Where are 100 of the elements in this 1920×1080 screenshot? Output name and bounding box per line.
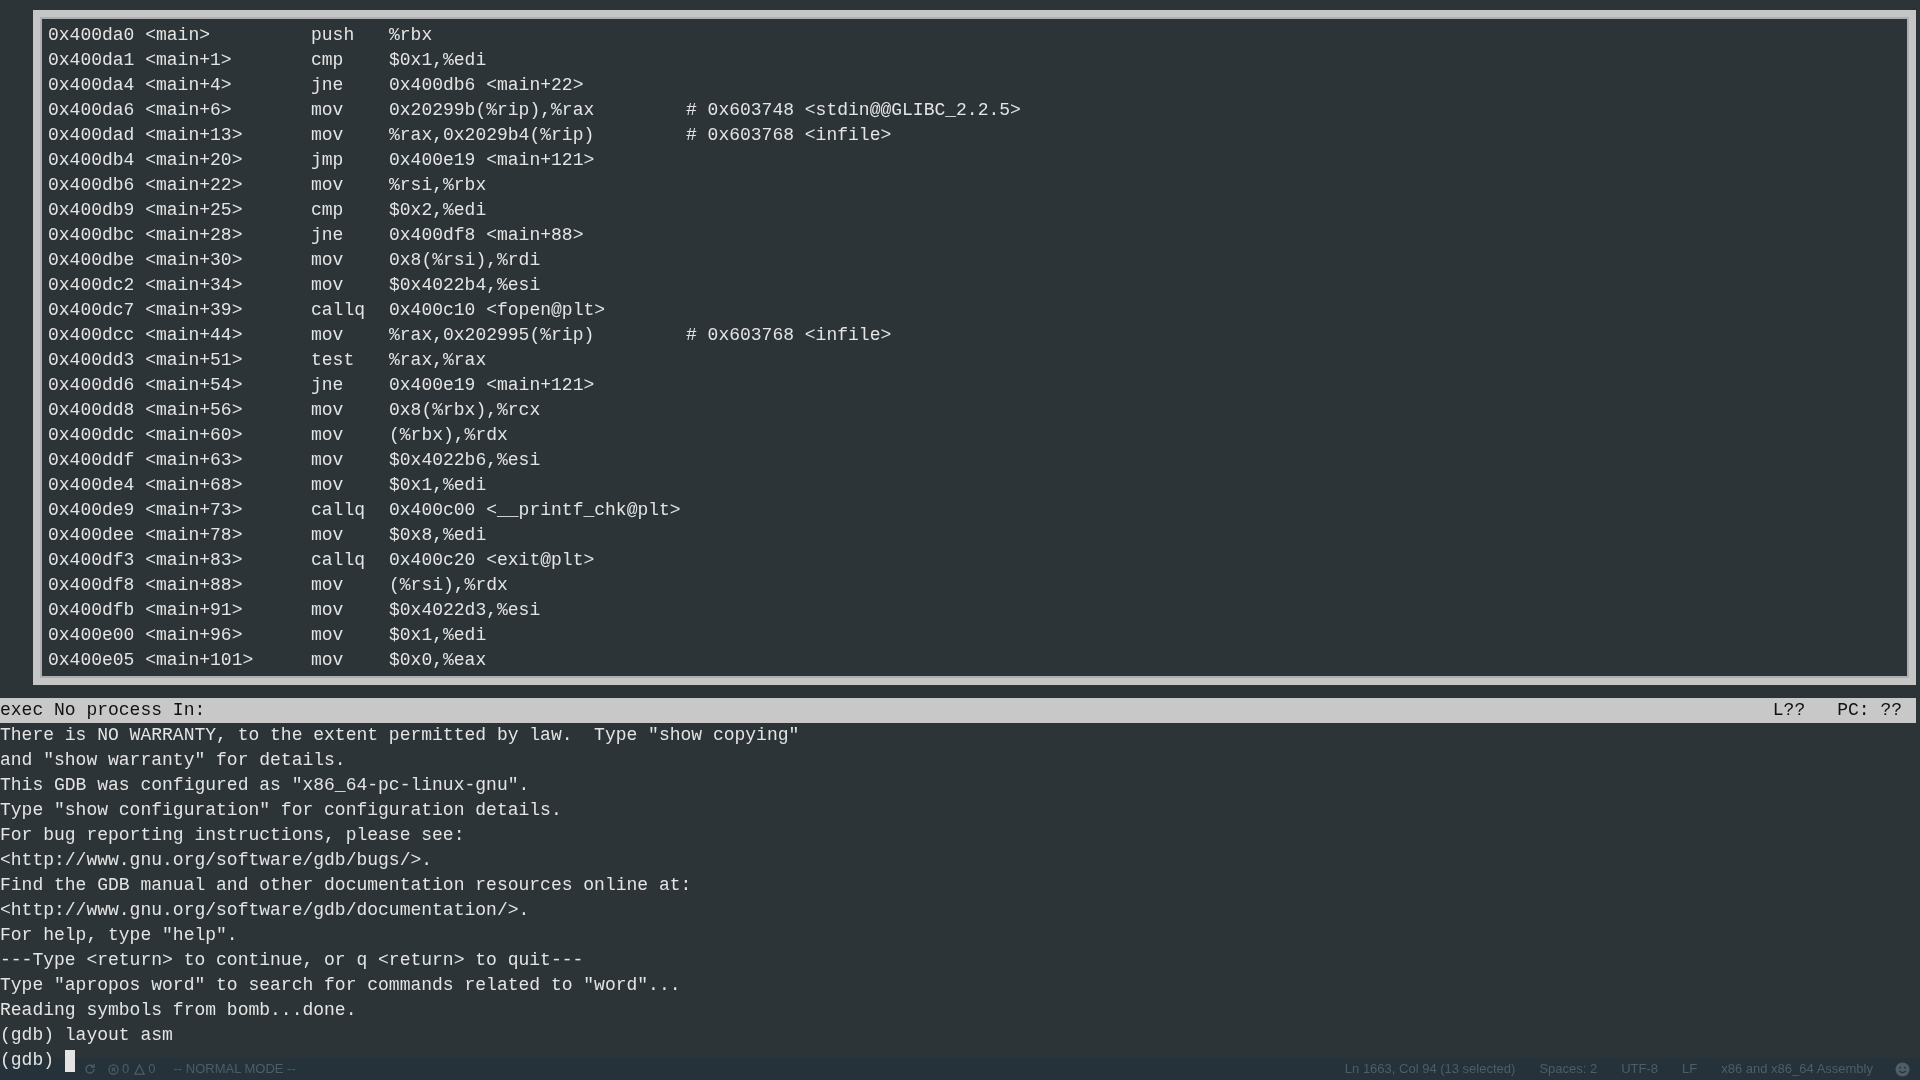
sync-icon[interactable] xyxy=(84,1063,96,1075)
instruction-operands: $0x4022b4,%esi xyxy=(389,274,542,297)
instruction-operands: %rsi,%rbx xyxy=(389,174,488,197)
console-line: (gdb) layout asm xyxy=(0,1024,173,1047)
instruction-mnemonic: mov xyxy=(311,99,345,122)
console-line: There is NO WARRANTY, to the extent permitted by law. Type "show copying" xyxy=(0,724,800,747)
console-line: <http://www.gnu.org/software/gdb/documentation/>. xyxy=(0,899,530,922)
instruction-operands: $0x4022b6,%esi xyxy=(389,449,542,472)
instruction-operands: $0x1,%edi xyxy=(389,49,488,72)
instruction-mnemonic: mov xyxy=(311,624,345,647)
instruction-operands: %rax,%rax xyxy=(389,349,488,372)
instruction-operands: 0x400c20 <exit@plt> xyxy=(389,549,596,572)
console-line: Find the GDB manual and other documentation resources online at: xyxy=(0,874,692,897)
pc-indicator: PC: ?? xyxy=(1837,699,1902,722)
instruction-address: 0x400dbc <main+28> xyxy=(48,224,244,247)
console-line: <http://www.gnu.org/software/gdb/bugs/>. xyxy=(0,849,433,872)
instruction-mnemonic: mov xyxy=(311,124,345,147)
instruction-mnemonic: mov xyxy=(311,574,345,597)
error-icon xyxy=(108,1063,119,1075)
instruction-operands: 0x20299b(%rip),%rax xyxy=(389,99,596,122)
instruction-mnemonic: mov xyxy=(311,174,345,197)
instruction-mnemonic: mov xyxy=(311,324,345,347)
instruction-operands: %rax,0x202995(%rip) xyxy=(389,324,596,347)
console-line: Type "show configuration" for configuration details. xyxy=(0,799,562,822)
instruction-mnemonic: mov xyxy=(311,424,345,447)
instruction-operands: $0x0,%eax xyxy=(389,649,488,672)
gdb-prompt: (gdb) xyxy=(0,1049,54,1072)
instruction-address: 0x400dc2 <main+34> xyxy=(48,274,244,297)
instruction-address: 0x400ddf <main+63> xyxy=(48,449,244,472)
instruction-operands: (%rbx),%rdx xyxy=(389,424,509,447)
instruction-mnemonic: jmp xyxy=(311,149,345,172)
warning-icon xyxy=(134,1063,146,1075)
instruction-address: 0x400dfb <main+91> xyxy=(48,599,244,622)
instruction-address: 0x400e00 <main+96> xyxy=(48,624,244,647)
instruction-operands: %rax,0x2029b4(%rip) xyxy=(389,124,596,147)
instruction-mnemonic: callq xyxy=(311,499,366,522)
instruction-comment: # 0x603768 <infile> xyxy=(686,324,892,347)
status-text: exec No process In: xyxy=(0,699,206,722)
instruction-mnemonic: mov xyxy=(311,274,345,297)
instruction-address: 0x400da4 <main+4> xyxy=(48,74,233,97)
instruction-address: 0x400db4 <main+20> xyxy=(48,149,244,172)
instruction-mnemonic: callq xyxy=(311,549,366,572)
instruction-mnemonic: jne xyxy=(311,74,345,97)
instruction-address: 0x400dee <main+78> xyxy=(48,524,244,547)
instruction-operands: $0x1,%edi xyxy=(389,474,488,497)
line-indicator: L?? xyxy=(1772,699,1806,722)
smiley-icon[interactable] xyxy=(1895,1061,1910,1077)
instruction-mnemonic: mov xyxy=(311,449,345,472)
instruction-comment: # 0x603748 <stdin@@GLIBC_2.2.5> xyxy=(686,99,1021,122)
instruction-operands: 0x400e19 <main+121> xyxy=(389,374,596,397)
instruction-operands: 0x400db6 <main+22> xyxy=(389,74,585,97)
console-line: Reading symbols from bomb...done. xyxy=(0,999,357,1022)
instruction-mnemonic: mov xyxy=(311,474,345,497)
instruction-operands: 0x400c00 <__printf_chk@plt> xyxy=(389,499,682,522)
instruction-operands: 0x8(%rbx),%rcx xyxy=(389,399,542,422)
instruction-mnemonic: push xyxy=(311,24,356,47)
instruction-mnemonic: mov xyxy=(311,649,345,672)
console-line: This GDB was configured as "x86_64-pc-linux-gnu". xyxy=(0,774,530,797)
instruction-mnemonic: mov xyxy=(311,524,345,547)
instruction-operands: 0x400e19 <main+121> xyxy=(389,149,596,172)
instruction-operands: (%rsi),%rdx xyxy=(389,574,509,597)
instruction-mnemonic: test xyxy=(311,349,356,372)
instruction-operands: 0x400c10 <fopen@plt> xyxy=(389,299,607,322)
instruction-address: 0x400de4 <main+68> xyxy=(48,474,244,497)
instruction-operands: $0x2,%edi xyxy=(389,199,488,222)
instruction-mnemonic: jne xyxy=(311,224,345,247)
console-line: and "show warranty" for details. xyxy=(0,749,346,772)
instruction-mnemonic: mov xyxy=(311,399,345,422)
instruction-address: 0x400dbe <main+30> xyxy=(48,249,244,272)
instruction-address: 0x400ddc <main+60> xyxy=(48,424,244,447)
instruction-mnemonic: cmp xyxy=(311,199,345,222)
instruction-address: 0x400db9 <main+25> xyxy=(48,199,244,222)
instruction-address: 0x400da1 <main+1> xyxy=(48,49,233,72)
instruction-mnemonic: mov xyxy=(311,249,345,272)
instruction-mnemonic: jne xyxy=(311,374,345,397)
console-line: ---Type <return> to continue, or q <return> to quit--- xyxy=(0,949,584,972)
instruction-address: 0x400dc7 <main+39> xyxy=(48,299,244,322)
instruction-address: 0x400da6 <main+6> xyxy=(48,99,233,122)
console-line: For help, type "help". xyxy=(0,924,238,947)
instruction-operands: $0x8,%edi xyxy=(389,524,488,547)
instruction-address: 0x400dd3 <main+51> xyxy=(48,349,244,372)
instruction-operands: 0x400df8 <main+88> xyxy=(389,224,585,247)
instruction-address: 0x400dcc <main+44> xyxy=(48,324,244,347)
instruction-address: 0x400dd8 <main+56> xyxy=(48,399,244,422)
text-cursor xyxy=(65,1049,75,1072)
instruction-operands: 0x8(%rsi),%rdi xyxy=(389,249,542,272)
instruction-address: 0x400da0 <main> xyxy=(48,24,212,47)
instruction-operands: $0x4022d3,%esi xyxy=(389,599,542,622)
console-line: Type "apropos word" to search for commands related to "word"... xyxy=(0,974,681,997)
instruction-address: 0x400df3 <main+83> xyxy=(48,549,244,572)
console-line: For bug reporting instructions, please see: xyxy=(0,824,465,847)
instruction-address: 0x400dad <main+13> xyxy=(48,124,244,147)
instruction-operands: $0x1,%edi xyxy=(389,624,488,647)
instruction-address: 0x400e05 <main+101> xyxy=(48,649,255,672)
instruction-mnemonic: cmp xyxy=(311,49,345,72)
instruction-mnemonic: callq xyxy=(311,299,366,322)
instruction-operands: %rbx xyxy=(389,24,434,47)
instruction-address: 0x400dd6 <main+54> xyxy=(48,374,244,397)
instruction-mnemonic: mov xyxy=(311,599,345,622)
instruction-address: 0x400df8 <main+88> xyxy=(48,574,244,597)
